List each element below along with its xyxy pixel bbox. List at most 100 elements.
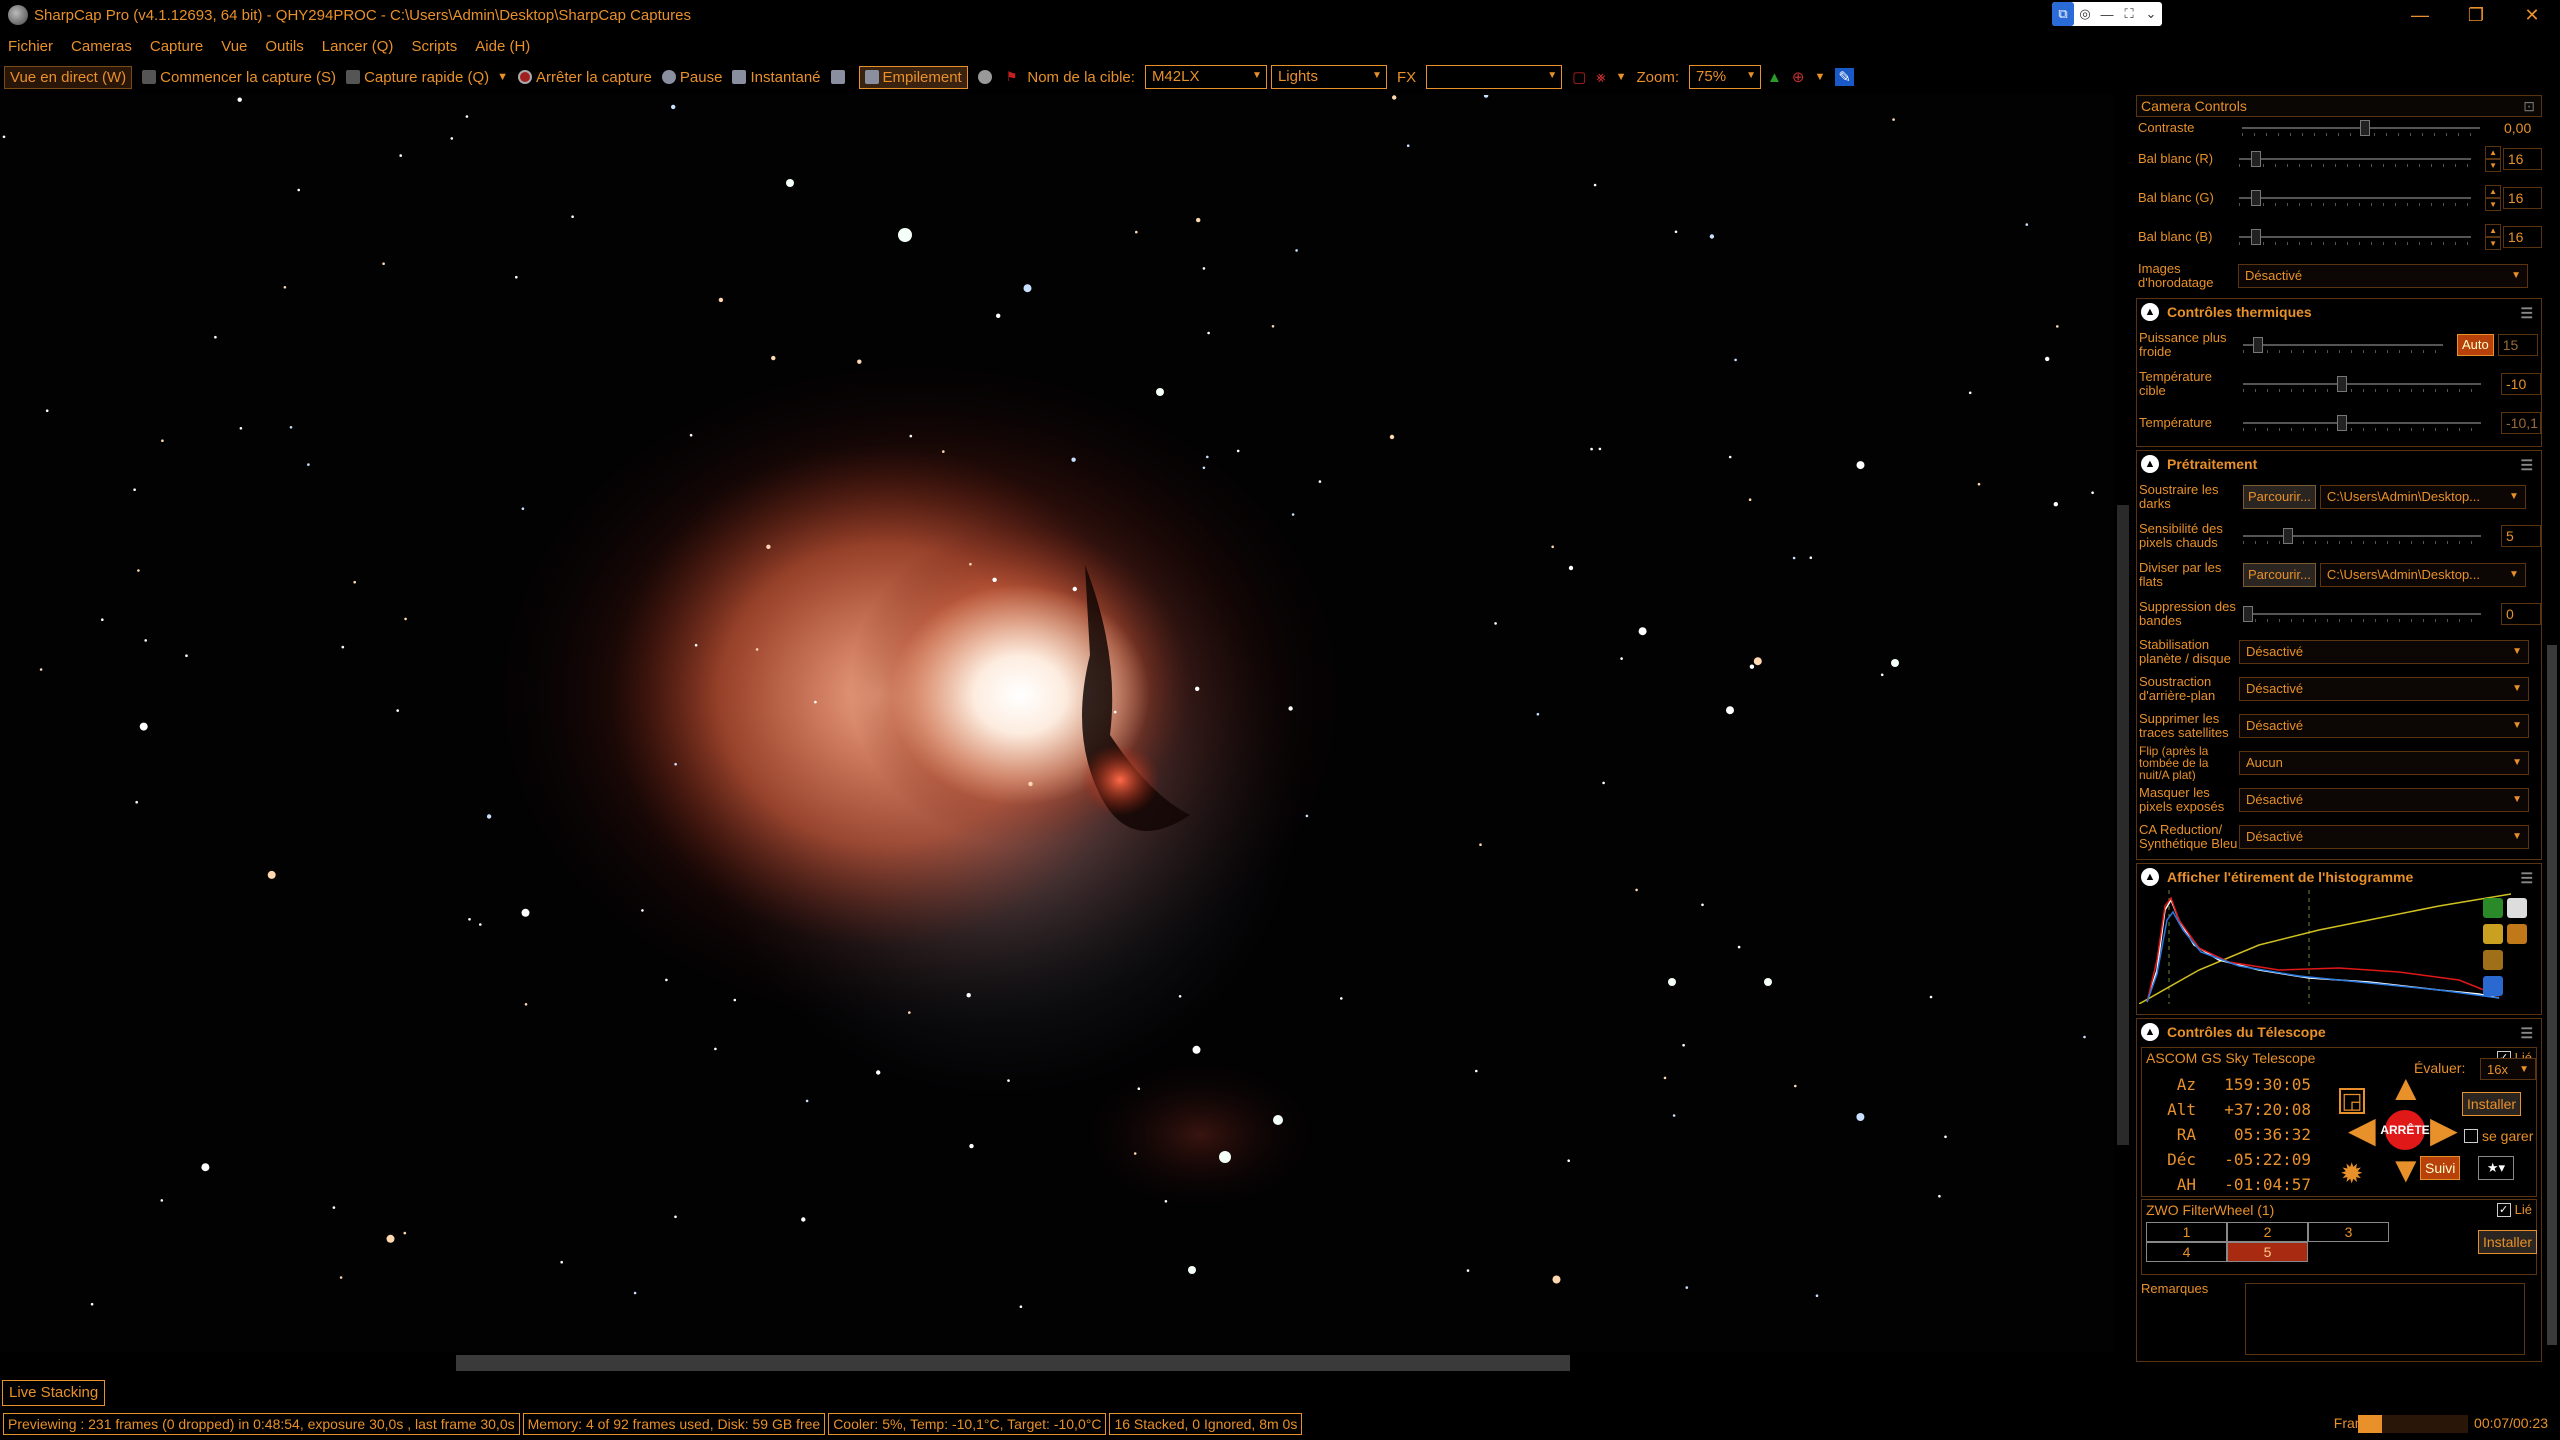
hot-pixel-value[interactable]: 5 — [2501, 524, 2541, 547]
flats-path-dropdown[interactable]: C:\Users\Admin\Desktop... ▼ — [2319, 562, 2526, 587]
snapshot-button[interactable]: Instantané — [732, 69, 821, 86]
chevron-down-icon[interactable]: ⌄ — [2140, 2, 2162, 26]
arrow-down-icon[interactable]: ▼ — [2388, 1152, 2424, 1188]
satellite-dropdown[interactable]: Désactivé ▼ — [2239, 713, 2529, 738]
menu-outils[interactable]: Outils — [265, 38, 303, 55]
zoom-combo[interactable]: 75% ▼ — [1689, 65, 1762, 89]
menu-icon[interactable]: ☰ — [2520, 305, 2533, 322]
stop-capture-button[interactable]: Arrêter la capture — [518, 69, 652, 86]
slider-knob[interactable] — [2251, 189, 2262, 206]
preprocessing-section-header[interactable]: ▲ Prétraitement ☰ — [2137, 451, 2541, 477]
maximize-button[interactable]: ❐ — [2448, 0, 2504, 30]
polar-align-icon[interactable]: ✎ — [1835, 68, 1854, 86]
filter-slot-4[interactable]: 4 — [2146, 1242, 2227, 1262]
stop-slew-button[interactable]: ARRÊTE — [2380, 1110, 2430, 1150]
lightning-icon[interactable] — [2483, 924, 2503, 944]
frame-type-combo[interactable]: Lights ▼ — [1270, 65, 1387, 89]
menu-cameras[interactable]: Cameras — [71, 38, 132, 55]
slider-knob[interactable] — [2283, 527, 2293, 544]
crosshair-icon[interactable]: ⨳ — [1596, 69, 1605, 86]
park-checkbox[interactable]: ✓ se garer — [2464, 1128, 2533, 1144]
telescope-section-header[interactable]: ▲ Contrôles du Télescope ☰ — [2137, 1019, 2541, 1045]
scroll-thumb[interactable] — [2547, 645, 2557, 1345]
banding-slider[interactable] — [2243, 605, 2481, 623]
screen-icon[interactable] — [830, 70, 849, 84]
collapse-icon[interactable]: ▲ — [2141, 455, 2159, 473]
chevron-down-icon[interactable]: ▼ — [1616, 71, 1627, 83]
target-name-combo[interactable]: M42LX ▼ — [1144, 65, 1267, 89]
arrow-right-icon[interactable]: ▶ — [2430, 1112, 2458, 1148]
wb-red-value[interactable]: 16 — [2502, 147, 2542, 170]
focus-assist-icon[interactable]: ⊕ — [1792, 68, 1805, 86]
background-dropdown[interactable]: Désactivé ▼ — [2239, 676, 2529, 701]
target-temp-slider[interactable] — [2243, 375, 2481, 393]
live-stacking-tab[interactable]: Live Stacking — [2, 1380, 106, 1406]
telescope-setup-button[interactable]: Installer — [2462, 1092, 2522, 1116]
wb-red-slider[interactable] — [2239, 150, 2472, 168]
menu-scripts[interactable]: Scripts — [411, 38, 457, 55]
slider-knob[interactable] — [2251, 228, 2262, 245]
histogram-section-header[interactable]: ▲ Afficher l'étirement de l'histogramme … — [2137, 864, 2541, 890]
menu-aide[interactable]: Aide (H) — [475, 38, 530, 55]
chevron-down-icon[interactable]: ▼ — [497, 71, 508, 83]
remarks-input[interactable] — [2245, 1283, 2525, 1355]
menu-vue[interactable]: Vue — [221, 38, 247, 55]
slider-knob[interactable] — [2251, 150, 2262, 167]
histogram-plot[interactable] — [2137, 890, 2541, 1010]
panel-scrollbar[interactable] — [2544, 95, 2560, 1370]
stabilization-dropdown[interactable]: Désactivé ▼ — [2239, 639, 2529, 664]
flip-dropdown[interactable]: Aucun ▼ — [2239, 750, 2529, 775]
contrast-icon[interactable] — [2507, 898, 2527, 918]
slider-knob[interactable] — [2337, 375, 2347, 392]
filterwheel-setup-button[interactable]: Installer — [2478, 1230, 2538, 1254]
timestamp-dropdown[interactable]: Désactivé ▼ — [2238, 263, 2528, 288]
reset-icon[interactable] — [2483, 950, 2503, 970]
collapse-icon[interactable]: ▲ — [2141, 868, 2159, 886]
wb-green-value[interactable]: 16 — [2502, 186, 2542, 209]
close-button[interactable]: ✕ — [2504, 0, 2560, 30]
filter-slot-1[interactable]: 1 — [2146, 1222, 2227, 1242]
filter-slot-2[interactable]: 2 — [2227, 1222, 2308, 1242]
wb-green-slider[interactable] — [2239, 189, 2472, 207]
menu-fichier[interactable]: Fichier — [8, 38, 53, 55]
star-icon[interactable]: ★▾ — [2478, 1156, 2514, 1180]
auto-stretch-icon[interactable] — [2483, 898, 2503, 918]
reticle-icon[interactable]: ⚑ — [1006, 69, 1018, 85]
ca-reduction-dropdown[interactable]: Désactivé ▼ — [2239, 824, 2529, 849]
menu-lancer[interactable]: Lancer (Q) — [322, 38, 394, 55]
collapse-icon[interactable]: ▲ — [2141, 1023, 2159, 1041]
slider-knob[interactable] — [2253, 336, 2263, 353]
hot-pixel-slider[interactable] — [2243, 527, 2481, 545]
stacking-button[interactable]: Empilement — [858, 65, 968, 89]
start-capture-button[interactable]: Commencer la capture (S) — [142, 69, 336, 86]
sun-icon[interactable]: ✹ — [2340, 1156, 2363, 1192]
filter-slot-5[interactable]: 5 — [2227, 1242, 2308, 1262]
chevron-down-icon[interactable]: ▼ — [1814, 71, 1825, 83]
rate-dropdown[interactable]: 16x ▼ — [2480, 1058, 2536, 1080]
remote-icon[interactable]: ⧉ — [2052, 2, 2074, 26]
pin-icon[interactable]: ⊡ — [2523, 98, 2535, 115]
filterwheel-linked-checkbox[interactable]: ✓ Lié — [2496, 1202, 2532, 1217]
darks-path-dropdown[interactable]: C:\Users\Admin\Desktop... ▼ — [2319, 484, 2526, 509]
target-temp-value[interactable]: -10 — [2501, 372, 2541, 395]
image-vertical-scrollbar[interactable] — [2114, 95, 2132, 1363]
fx-combo[interactable]: ▼ — [1426, 65, 1563, 89]
slider-knob[interactable] — [2243, 605, 2253, 622]
quick-capture-button[interactable]: Capture rapide (Q) ▼ — [346, 69, 508, 86]
minimize-button[interactable]: — — [2392, 0, 2448, 30]
wb-blue-spinner[interactable]: ▲ ▼ — [2485, 223, 2501, 250]
overexposed-dropdown[interactable]: Désactivé ▼ — [2239, 787, 2529, 812]
fullscreen-icon[interactable]: ⛶ — [2118, 2, 2140, 26]
wb-green-spinner[interactable]: ▲ ▼ — [2485, 184, 2501, 211]
contrast-slider[interactable] — [2242, 119, 2480, 137]
histogram-toggle-icon[interactable] — [977, 70, 996, 84]
live-view-button[interactable]: Vue en direct (W) — [4, 65, 133, 89]
image-horizontal-scrollbar[interactable] — [0, 1352, 2114, 1374]
menu-icon[interactable]: ☰ — [2520, 457, 2533, 474]
wb-red-spinner[interactable]: ▲ ▼ — [2485, 145, 2501, 172]
tracking-button[interactable]: Suivi — [2420, 1156, 2461, 1180]
menu-icon[interactable]: ☰ — [2520, 870, 2533, 887]
select-area-icon[interactable]: ▢ — [1572, 68, 1586, 86]
arrow-left-icon[interactable]: ◀ — [2348, 1112, 2376, 1148]
cooler-power-slider[interactable] — [2243, 336, 2443, 354]
